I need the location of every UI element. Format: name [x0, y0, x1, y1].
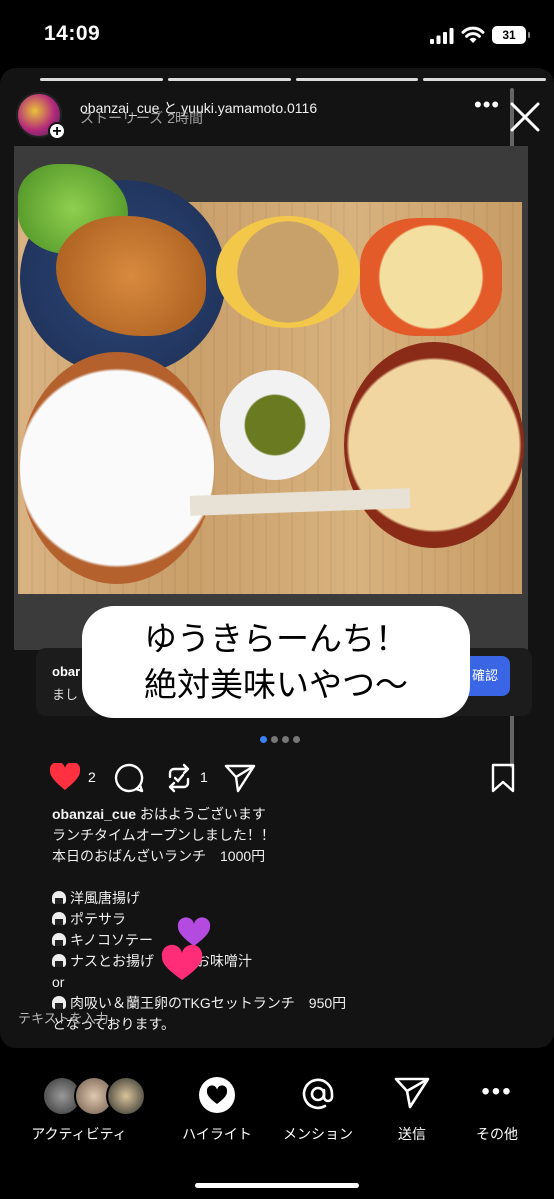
caption-line: or	[52, 974, 65, 990]
caption-line: キノコソテー	[52, 930, 522, 951]
post-caption: obanzai_cue おはようございます ランチタイムオープンしました！！ 本…	[52, 804, 522, 1035]
progress-segment	[167, 78, 291, 81]
cellular-signal-icon	[430, 28, 454, 44]
tab-label: その他	[476, 1126, 518, 1142]
home-indicator[interactable]	[195, 1183, 359, 1188]
caption-line: ポテサラ	[52, 909, 522, 930]
heart-stickers[interactable]	[160, 908, 222, 984]
repost-count: 1	[200, 769, 208, 785]
caption-line: obanzai_cue おはようございます	[52, 804, 522, 825]
post-photo[interactable]	[14, 146, 528, 650]
status-bar: 14:09 31	[0, 0, 554, 70]
tab-label: 送信	[398, 1126, 426, 1142]
mushroom-bowl	[216, 216, 360, 328]
caption-line: ランチタイムオープンしました！！	[52, 827, 275, 843]
heart-icon[interactable]	[50, 763, 80, 791]
status-time: 14:09	[44, 22, 101, 45]
bottom-tab-bar: アクティビティ ハイライト メンション 送信 ••• その他	[0, 1060, 554, 1160]
progress-segment	[40, 78, 163, 81]
text-sticker[interactable]: ゆうきらーんち！ 絶対美味いやつ〜	[82, 606, 470, 718]
caption-line: ナスとお揚げ お味噌汁	[52, 951, 522, 972]
wifi-icon	[461, 26, 485, 43]
more-icon: •••	[481, 1078, 513, 1105]
onigiri-icon	[52, 912, 66, 925]
menu-item: 洋風唐揚げ	[70, 890, 140, 906]
story-progress-bar	[40, 78, 546, 81]
caption-username[interactable]: obanzai_cue	[52, 806, 136, 822]
carousel-dots	[260, 736, 300, 743]
send-icon	[394, 1077, 430, 1109]
onigiri-icon	[52, 954, 66, 967]
more-icon[interactable]: •••	[474, 92, 500, 118]
ad-subtext: まし	[52, 687, 79, 702]
add-story-icon[interactable]: +	[48, 122, 66, 140]
caption-line: 本日のおばんざいランチ 1000円	[52, 848, 266, 864]
potato-salad-bowl	[360, 218, 502, 336]
eggplant-bowl	[220, 370, 330, 480]
comment-icon[interactable]	[114, 763, 144, 793]
text-input-hint[interactable]: テキストを入力...	[18, 1008, 119, 1027]
carousel-dot	[293, 736, 300, 743]
rice-bowl	[20, 352, 214, 584]
tab-activity[interactable]: アクティビティ	[14, 1076, 146, 1146]
onigiri-icon	[52, 933, 66, 946]
progress-segment	[295, 78, 419, 81]
ad-name: obar	[52, 664, 81, 679]
battery-indicator: 31	[492, 26, 530, 44]
like-count: 2	[88, 769, 96, 785]
tab-more[interactable]: ••• その他	[466, 1076, 528, 1146]
tab-label: アクティビティ	[31, 1126, 127, 1142]
post-actions: 2 1	[50, 763, 520, 795]
tab-send[interactable]: 送信	[380, 1076, 444, 1146]
sticker-line: ゆうきらーんち！	[144, 620, 408, 657]
avatar-stack-icon	[42, 1076, 146, 1116]
at-icon	[302, 1078, 334, 1110]
progress-segment	[423, 78, 546, 81]
story-viewer[interactable]: + obanzai_cue と yuuki.yamamoto.0116 ストーリ…	[0, 68, 554, 1048]
story-header: + obanzai_cue と yuuki.yamamoto.0116 ストーリ…	[16, 92, 546, 140]
caption-line: となっております。	[52, 1016, 176, 1032]
onigiri-icon	[52, 891, 66, 904]
menu-item: ポテサラ	[70, 911, 126, 927]
menu-item: キノコソテー	[70, 932, 154, 948]
tab-label: ハイライト	[182, 1126, 252, 1142]
bookmark-icon[interactable]	[490, 763, 516, 793]
caption-line: 洋風唐揚げ	[52, 888, 522, 909]
story-timestamp: ストーリーズ 2時間	[80, 110, 203, 126]
miso-soup-bowl	[344, 342, 524, 548]
heart-circle-icon	[199, 1077, 235, 1113]
tab-highlight[interactable]: ハイライト	[172, 1076, 262, 1146]
sticker-line: 絶対美味いやつ〜	[144, 666, 408, 703]
caption-text: おはようございます	[139, 806, 266, 822]
caption-line	[52, 867, 522, 888]
send-icon[interactable]	[224, 763, 256, 793]
carousel-dot	[271, 736, 278, 743]
carousel-dot	[282, 736, 289, 743]
carousel-dot	[260, 736, 267, 743]
tab-mention[interactable]: メンション	[274, 1076, 362, 1146]
caption-line: 肉吸い＆蘭王卵のTKGセットランチ 950円	[52, 993, 522, 1014]
avatar	[106, 1076, 146, 1116]
tab-label: メンション	[283, 1126, 353, 1142]
repost-icon[interactable]	[164, 763, 194, 793]
